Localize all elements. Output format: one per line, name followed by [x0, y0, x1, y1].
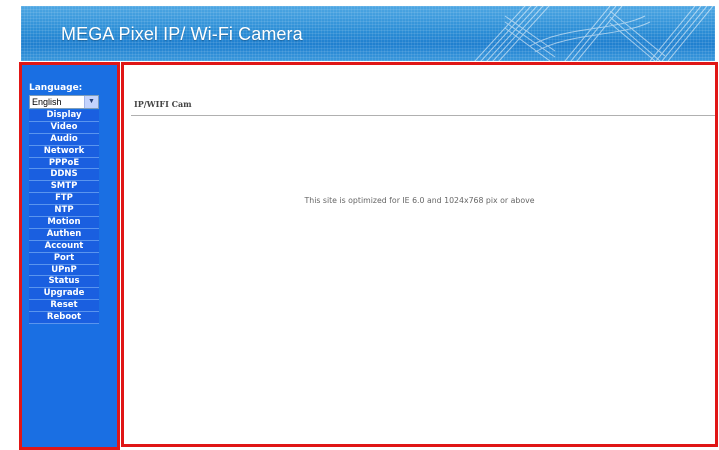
sidebar-item-video[interactable]: Video — [29, 121, 99, 134]
sidebar-item-network[interactable]: Network — [29, 145, 99, 158]
sidebar-item-authen[interactable]: Authen — [29, 228, 99, 241]
sidebar-item-ddns[interactable]: DDNS — [29, 169, 99, 182]
language-label: Language: — [29, 83, 83, 93]
main-content: IP/WIFI Cam This site is optimized for I… — [121, 62, 718, 447]
sidebar-item-pppoe[interactable]: PPPoE — [29, 157, 99, 170]
sidebar-menu: Display Video Audio Network PPPoE DDNS S… — [29, 110, 99, 325]
banner-decoration-graphic — [474, 6, 714, 61]
sidebar-item-reset[interactable]: Reset — [29, 300, 99, 313]
sidebar-item-account[interactable]: Account — [29, 240, 99, 253]
header-title: MEGA Pixel IP/ Wi-Fi Camera — [61, 24, 303, 44]
page-title: IP/WIFI Cam — [134, 99, 192, 109]
sidebar-item-status[interactable]: Status — [29, 276, 99, 289]
title-divider — [131, 115, 715, 116]
sidebar-item-port[interactable]: Port — [29, 252, 99, 265]
sidebar-item-upgrade[interactable]: Upgrade — [29, 288, 99, 301]
sidebar: Language: English ▼ Display Video Audio … — [19, 62, 120, 450]
sidebar-item-reboot[interactable]: Reboot — [29, 312, 99, 325]
optimization-notice: This site is optimized for IE 6.0 and 10… — [304, 196, 535, 205]
chevron-down-icon[interactable]: ▼ — [84, 96, 98, 108]
header-banner: MEGA Pixel IP/ Wi-Fi Camera — [21, 6, 715, 61]
sidebar-item-smtp[interactable]: SMTP — [29, 181, 99, 194]
sidebar-item-motion[interactable]: Motion — [29, 217, 99, 229]
language-select-value: English — [32, 97, 62, 107]
sidebar-item-ntp[interactable]: NTP — [29, 205, 99, 218]
sidebar-item-ftp[interactable]: FTP — [29, 193, 99, 206]
sidebar-item-upnp[interactable]: UPnP — [29, 264, 99, 277]
sidebar-item-audio[interactable]: Audio — [29, 133, 99, 146]
sidebar-item-display[interactable]: Display — [29, 110, 99, 122]
language-select[interactable]: English ▼ — [29, 95, 99, 109]
